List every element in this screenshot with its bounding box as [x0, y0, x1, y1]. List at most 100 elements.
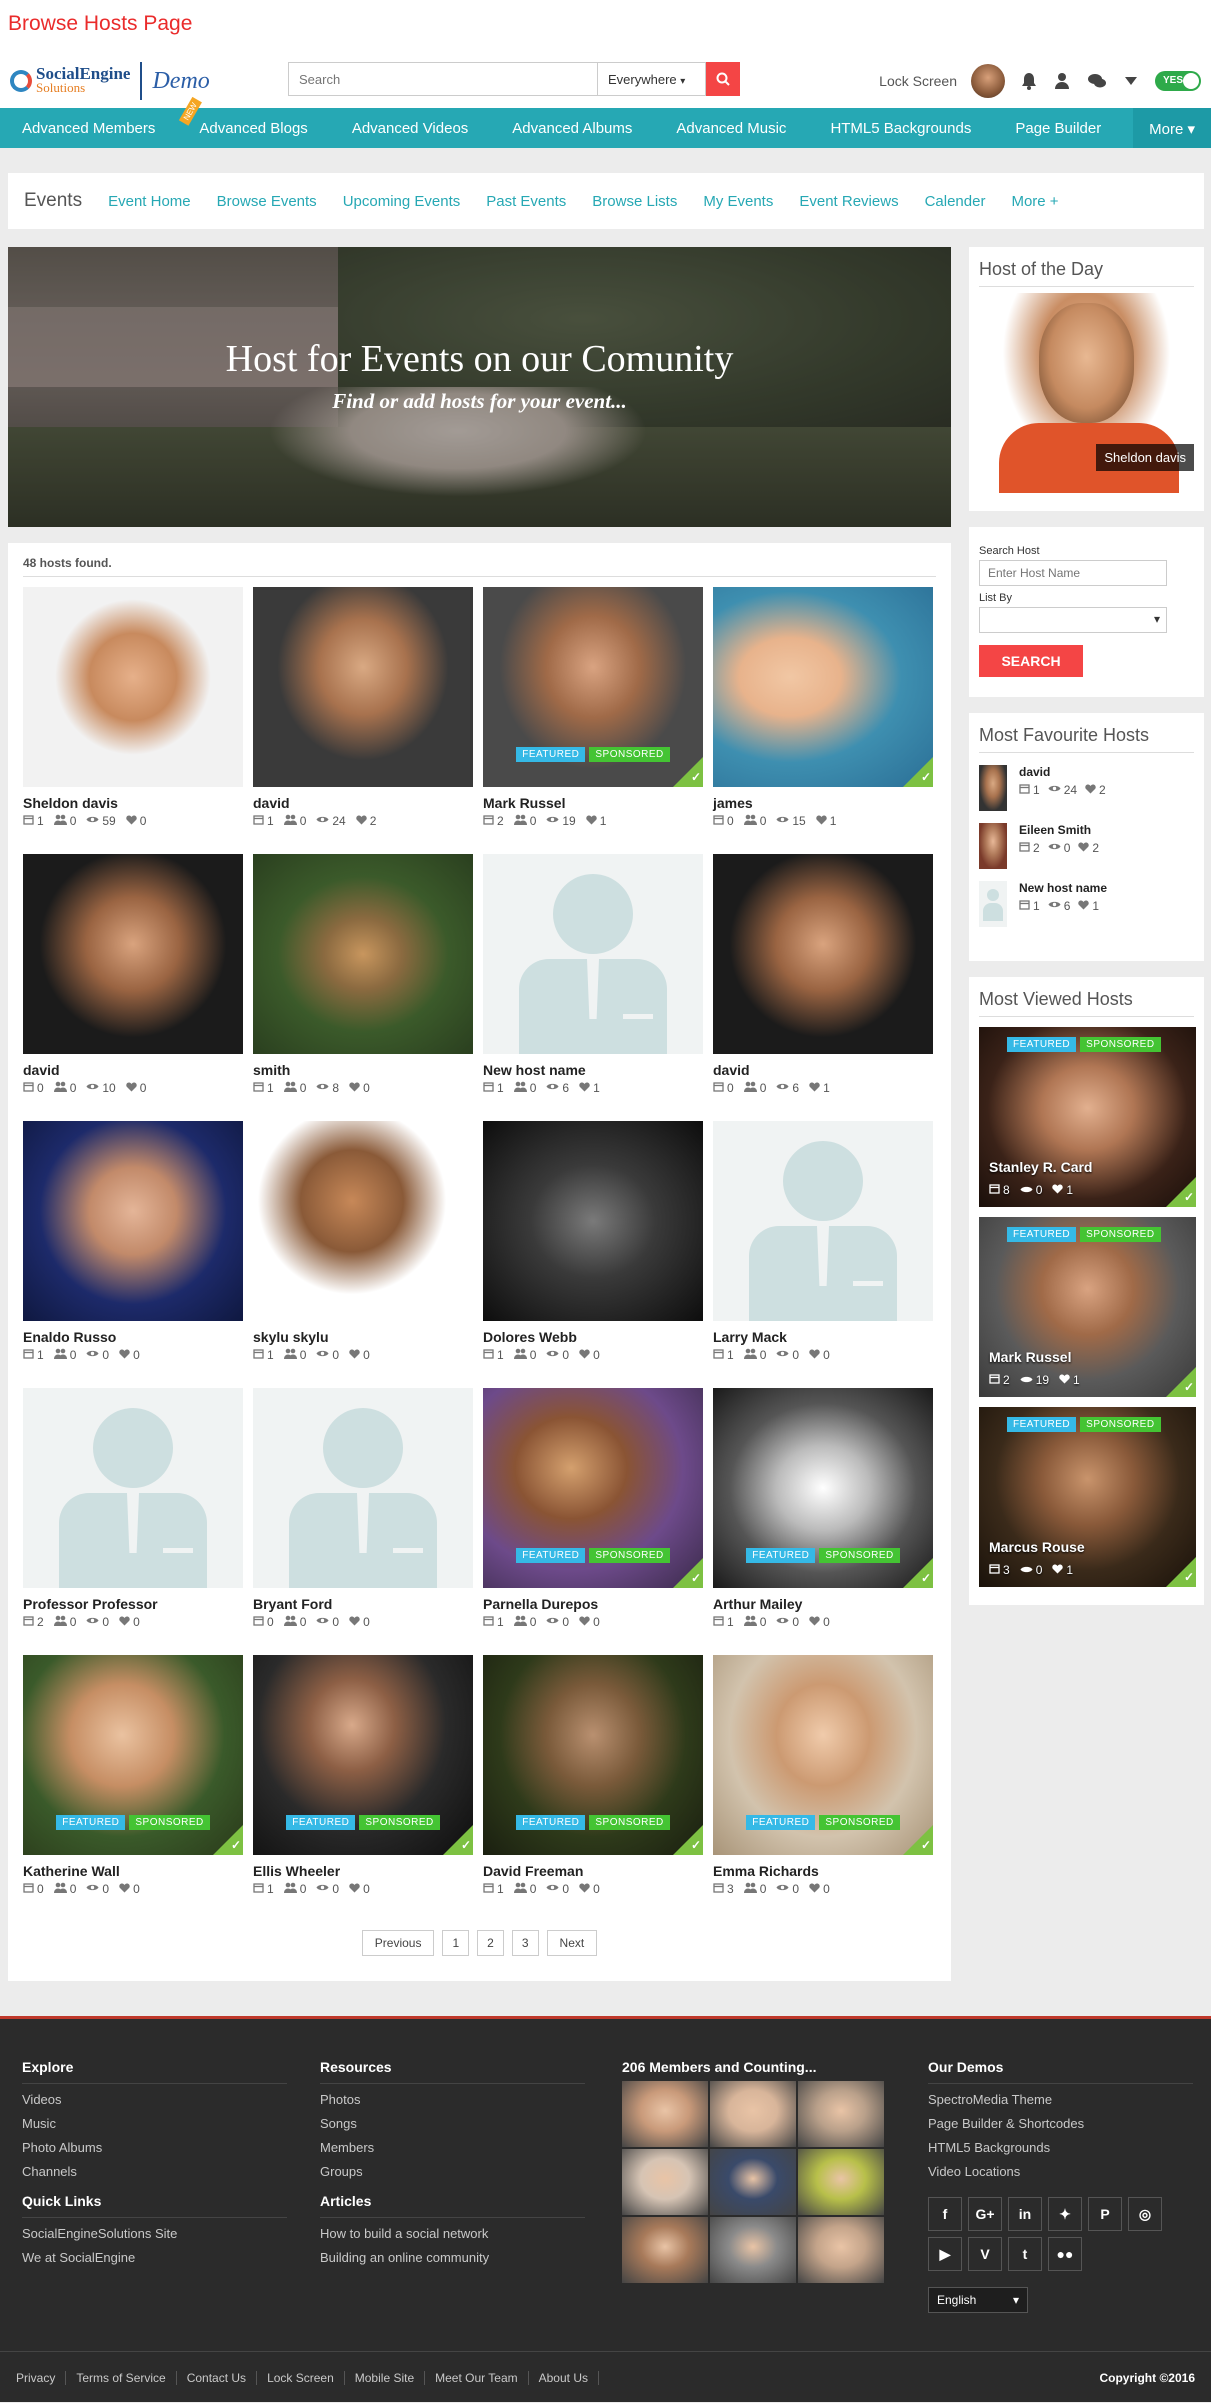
search-button[interactable] [706, 62, 740, 96]
friend-request-icon[interactable] [1053, 71, 1073, 91]
host-photo[interactable]: FEATURED SPONSORED [483, 587, 703, 787]
host-name[interactable]: david [253, 795, 473, 811]
host-photo[interactable] [253, 854, 473, 1054]
viewed-host-name[interactable]: Mark Russel [989, 1349, 1071, 1365]
footer-link[interactable]: Songs [320, 2116, 585, 2131]
host-of-day-photo[interactable]: Sheldon davis [979, 293, 1194, 493]
host-card[interactable]: FEATUREDSPONSORED Katherine Wall 0 0 0 0 [23, 1655, 243, 1922]
favourite-host-thumb[interactable] [979, 823, 1007, 869]
host-name[interactable]: Enaldo Russo [23, 1329, 243, 1345]
messages-icon[interactable] [1087, 71, 1107, 91]
footer-contact-link[interactable]: Contact Us [177, 2370, 258, 2385]
host-photo[interactable] [23, 1388, 243, 1588]
footer-team-link[interactable]: Meet Our Team [425, 2370, 529, 2385]
host-photo[interactable]: FEATURED SPONSORED [713, 1388, 933, 1588]
host-photo[interactable] [23, 854, 243, 1054]
footer-privacy-link[interactable]: Privacy [16, 2370, 67, 2385]
list-by-select[interactable] [979, 607, 1167, 633]
host-name[interactable]: Mark Russel [483, 795, 703, 811]
twitter-icon[interactable]: ✦ [1048, 2197, 1082, 2231]
subnav-event-reviews[interactable]: Event Reviews [799, 193, 898, 210]
viewed-host-name[interactable]: Marcus Rouse [989, 1539, 1085, 1555]
host-card[interactable]: smith 1 0 8 0 [253, 854, 473, 1121]
footer-link[interactable]: SocialEngineSolutions Site [22, 2226, 287, 2241]
search-input[interactable] [288, 62, 598, 96]
footer-link[interactable]: How to build a social network [320, 2226, 585, 2241]
host-name[interactable]: david [713, 1062, 933, 1078]
host-photo[interactable]: FEATURED SPONSORED [483, 1388, 703, 1588]
host-card[interactable]: FEATUREDSPONSORED Arthur Mailey 1 0 0 0 [713, 1388, 933, 1655]
host-card[interactable]: FEATUREDSPONSORED David Freeman 1 0 0 0 [483, 1655, 703, 1922]
host-card[interactable]: skylu skylu 1 0 0 0 [253, 1121, 473, 1388]
host-photo[interactable] [713, 587, 933, 787]
nav-advanced-blogs[interactable]: NEW Advanced Blogs [177, 97, 329, 148]
host-photo[interactable]: FEATURED SPONSORED [23, 1655, 243, 1855]
favourite-host-thumb[interactable] [979, 765, 1007, 811]
favourite-host-name[interactable]: Eileen Smith [1019, 823, 1099, 837]
member-thumb[interactable] [798, 2217, 884, 2283]
footer-link[interactable]: Videos [22, 2092, 287, 2107]
viewed-host-card[interactable]: FEATURED SPONSORED Marcus Rouse 3 0 1 [979, 1407, 1196, 1587]
lock-screen-link[interactable]: Lock Screen [879, 73, 957, 89]
nav-more[interactable]: More ▾ [1133, 108, 1211, 148]
footer-lockscreen-link[interactable]: Lock Screen [257, 2370, 345, 2385]
host-name[interactable]: Arthur Mailey [713, 1596, 933, 1612]
page-1-button[interactable]: 1 [442, 1930, 470, 1956]
subnav-upcoming-events[interactable]: Upcoming Events [343, 193, 461, 210]
next-page-button[interactable]: Next [546, 1930, 598, 1956]
host-name[interactable]: David Freeman [483, 1863, 703, 1879]
host-card[interactable]: New host name 1 0 6 1 [483, 854, 703, 1121]
host-photo[interactable] [713, 854, 933, 1054]
nav-advanced-albums[interactable]: Advanced Albums [490, 108, 654, 148]
footer-about-link[interactable]: About Us [529, 2370, 599, 2385]
subnav-event-home[interactable]: Event Home [108, 193, 191, 210]
host-name[interactable]: Emma Richards [713, 1863, 933, 1879]
pinterest-icon[interactable]: P [1088, 2197, 1122, 2231]
host-name[interactable]: New host name [483, 1062, 703, 1078]
footer-link[interactable]: Video Locations [928, 2164, 1193, 2179]
host-card[interactable]: Professor Professor 2 0 0 0 [23, 1388, 243, 1655]
footer-link[interactable]: Page Builder & Shortcodes [928, 2116, 1193, 2131]
host-name[interactable]: james [713, 795, 933, 811]
host-photo[interactable] [253, 587, 473, 787]
vimeo-icon[interactable]: V [968, 2237, 1002, 2271]
nav-advanced-members[interactable]: Advanced Members [0, 108, 177, 148]
member-thumb[interactable] [798, 2149, 884, 2215]
host-name[interactable]: Dolores Webb [483, 1329, 703, 1345]
avatar-placeholder-icon[interactable] [979, 881, 1007, 927]
host-photo[interactable] [483, 854, 703, 1054]
host-name[interactable]: Sheldon davis [23, 795, 243, 811]
host-name[interactable]: Bryant Ford [253, 1596, 473, 1612]
viewed-host-card[interactable]: FEATURED SPONSORED Mark Russel 2 19 1 [979, 1217, 1196, 1397]
footer-link[interactable]: Music [22, 2116, 287, 2131]
host-name[interactable]: david [23, 1062, 243, 1078]
member-thumb[interactable] [710, 2149, 796, 2215]
location-select[interactable]: Everywhere ▾ [598, 62, 706, 96]
member-thumb[interactable] [622, 2149, 708, 2215]
facebook-icon[interactable]: f [928, 2197, 962, 2231]
instagram-icon[interactable]: ◎ [1128, 2197, 1162, 2231]
nav-page-builder[interactable]: Page Builder [993, 108, 1123, 148]
host-card[interactable]: FEATUREDSPONSORED Mark Russel 2 0 19 1 [483, 587, 703, 854]
footer-link[interactable]: Photo Albums [22, 2140, 287, 2155]
host-card[interactable]: Enaldo Russo 1 0 0 0 [23, 1121, 243, 1388]
page-3-button[interactable]: 3 [511, 1930, 539, 1956]
host-card[interactable]: FEATUREDSPONSORED Ellis Wheeler 1 0 0 0 [253, 1655, 473, 1922]
footer-link[interactable]: Members [320, 2140, 585, 2155]
nav-advanced-music[interactable]: Advanced Music [654, 108, 808, 148]
host-card[interactable]: FEATUREDSPONSORED Parnella Durepos 1 0 0 0 [483, 1388, 703, 1655]
favourite-host-item[interactable]: New host name 1 6 1 [979, 881, 1194, 927]
host-photo[interactable] [23, 1121, 243, 1321]
tumblr-icon[interactable]: t [1008, 2237, 1042, 2271]
footer-link[interactable]: HTML5 Backgrounds [928, 2140, 1193, 2155]
host-card[interactable]: james 0 0 15 1 [713, 587, 933, 854]
youtube-icon[interactable]: ▶ [928, 2237, 962, 2271]
host-photo[interactable] [253, 1121, 473, 1321]
footer-link[interactable]: SpectroMedia Theme [928, 2092, 1193, 2107]
host-card[interactable]: Sheldon davis 1 0 59 0 [23, 587, 243, 854]
subnav-browse-lists[interactable]: Browse Lists [592, 193, 677, 210]
subnav-calender[interactable]: Calender [925, 193, 986, 210]
viewed-host-name[interactable]: Stanley R. Card [989, 1159, 1092, 1175]
host-photo[interactable] [713, 1121, 933, 1321]
footer-terms-link[interactable]: Terms of Service [66, 2370, 177, 2385]
